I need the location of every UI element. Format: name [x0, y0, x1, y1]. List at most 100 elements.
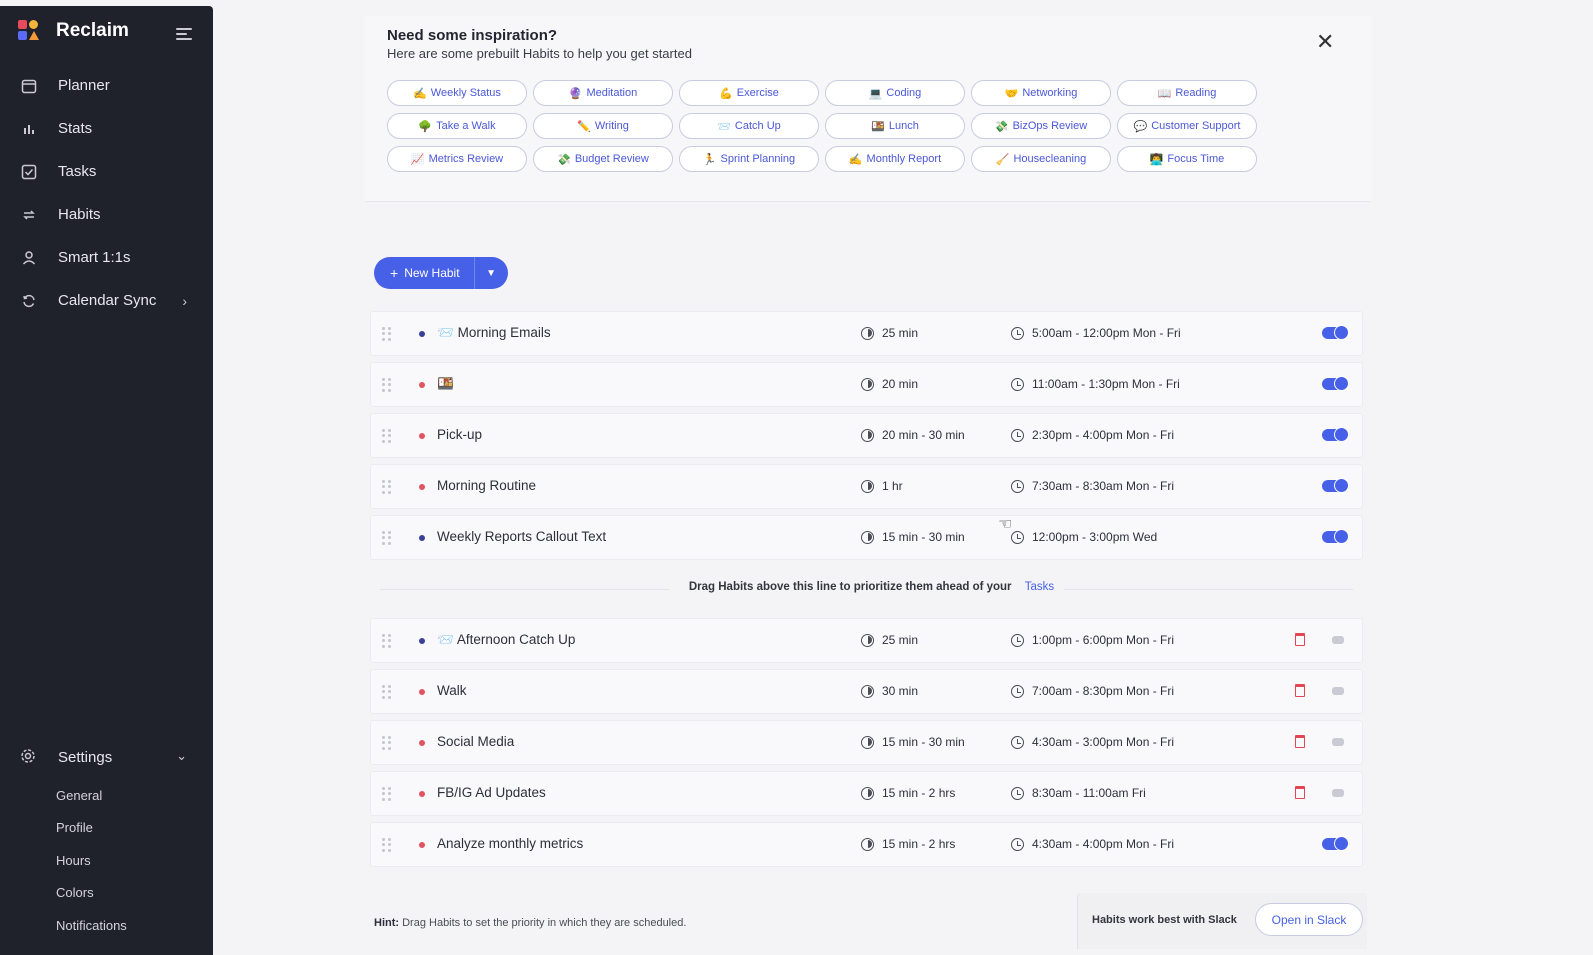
habit-template-chip[interactable]: 🏃 Sprint Planning — [679, 146, 819, 172]
trash-icon[interactable] — [1295, 684, 1305, 697]
drag-handle-icon[interactable] — [382, 736, 391, 750]
habit-row[interactable]: Social Media 15 min - 30 min 4:30am - 3:00… — [370, 720, 1363, 765]
habit-enabled-toggle[interactable] — [1322, 836, 1349, 851]
chip-label: Sprint Planning — [720, 153, 796, 165]
habit-title: Pick-up — [437, 427, 483, 442]
habit-template-chip[interactable]: 🤝 Networking — [971, 80, 1111, 106]
drag-handle-icon[interactable] — [382, 634, 391, 648]
habit-name[interactable]: Walk — [437, 683, 467, 698]
close-icon[interactable]: ✕ — [1316, 29, 1334, 55]
habit-name[interactable]: Weekly Reports Callout Text — [437, 529, 606, 544]
drag-handle-icon[interactable] — [382, 378, 391, 392]
habit-template-chip[interactable]: 🌳 Take a Walk — [387, 113, 527, 139]
habit-duration: 15 min - 30 min — [861, 530, 965, 544]
habit-template-chip[interactable]: 🧹 Housecleaning — [971, 146, 1111, 172]
drag-handle-icon[interactable] — [382, 685, 391, 699]
sidebar-item-label: Smart 1:1s — [58, 249, 131, 266]
collapse-sidebar-icon[interactable] — [176, 28, 192, 42]
habit-row[interactable]: 🍱 20 min 11:00am - 1:30pm Mon - Fri — [370, 362, 1363, 407]
chip-emoji-icon: 🍱 — [871, 120, 885, 133]
habit-template-chip[interactable]: 💪 Exercise — [679, 80, 819, 106]
habit-enabled-toggle[interactable] — [1332, 789, 1344, 797]
trash-icon[interactable] — [1295, 786, 1305, 799]
time-value: 5:00am - 12:00pm Mon - Fri — [1032, 326, 1181, 340]
habit-enabled-toggle[interactable] — [1322, 427, 1349, 442]
app-name: Reclaim — [56, 20, 129, 41]
habit-row[interactable]: FB/IG Ad Updates 15 min - 2 hrs 8:30am - 1… — [370, 771, 1363, 816]
habit-row[interactable]: Weekly Reports Callout Text 15 min - 30 m… — [370, 515, 1363, 560]
habit-row[interactable]: Pick-up 20 min - 30 min 2:30pm - 4:00pm Mo… — [370, 413, 1363, 458]
habit-row[interactable]: Walk 30 min 7:00am - 8:30pm Mon - Fri — [370, 669, 1363, 714]
settings-item-general[interactable]: General — [0, 779, 213, 812]
chip-emoji-icon: 🔮 — [568, 87, 583, 100]
habit-enabled-toggle[interactable] — [1332, 687, 1344, 695]
habit-name[interactable]: Pick-up — [437, 427, 482, 442]
settings-item-colors[interactable]: Colors — [0, 877, 213, 910]
habit-row[interactable]: Analyze monthly metrics 15 min - 2 hrs 4:3… — [370, 822, 1363, 867]
habit-enabled-toggle[interactable] — [1322, 376, 1349, 391]
habit-enabled-toggle[interactable] — [1322, 529, 1349, 544]
habit-template-chip[interactable]: ✍️ Monthly Report — [825, 146, 965, 172]
time-value: 4:30am - 4:00pm Mon - Fri — [1032, 837, 1175, 851]
habit-template-chip[interactable]: 📨 Catch Up — [679, 113, 819, 139]
brand[interactable]: Reclaim — [18, 20, 129, 42]
habit-template-chip[interactable]: 🔮 Meditation — [533, 80, 673, 106]
drag-handle-icon[interactable] — [382, 787, 391, 801]
habit-color-dot — [419, 382, 425, 388]
habit-enabled-toggle[interactable] — [1322, 478, 1349, 493]
settings-toggle[interactable]: Settings ⌄ — [0, 742, 213, 772]
habit-template-chip[interactable]: 📖 Reading — [1117, 80, 1257, 106]
habit-template-chip[interactable]: ✍️ Weekly Status — [387, 80, 527, 106]
open-in-slack-button[interactable]: Open in Slack — [1255, 903, 1363, 936]
sidebar-item-smart-1-1s[interactable]: Smart 1:1s — [0, 236, 213, 279]
habit-title: FB/IG Ad Updates — [437, 785, 546, 800]
habit-enabled-toggle[interactable] — [1322, 325, 1349, 340]
gear-icon — [20, 748, 38, 766]
sidebar-item-planner[interactable]: Planner — [0, 64, 213, 107]
chip-emoji-icon: 💪 — [719, 87, 733, 100]
sidebar-item-stats[interactable]: Stats — [0, 107, 213, 150]
duration-value: 20 min - 30 min — [882, 428, 965, 442]
habit-row[interactable]: 📨 Afternoon Catch Up 25 min 1:00pm - 6:00p… — [370, 618, 1363, 663]
drag-handle-icon[interactable] — [382, 531, 391, 545]
sidebar-item-habits[interactable]: Habits — [0, 193, 213, 236]
habit-name[interactable]: Morning Routine — [437, 478, 536, 493]
sidebar-item-tasks[interactable]: Tasks — [0, 150, 213, 193]
trash-icon[interactable] — [1295, 633, 1305, 646]
chip-label: Weekly Status — [430, 87, 501, 99]
habit-row[interactable]: 📨 Morning Emails 25 min 5:00am - 12:00pm M… — [370, 311, 1363, 356]
habit-template-chip[interactable]: 💸 BizOps Review — [971, 113, 1111, 139]
habit-name[interactable]: Social Media — [437, 734, 514, 749]
sidebar-item-calendar-sync[interactable]: Calendar Sync › — [0, 279, 213, 322]
habit-name[interactable]: FB/IG Ad Updates — [437, 785, 546, 800]
trash-icon[interactable] — [1295, 735, 1305, 748]
chip-emoji-icon: ✏️ — [577, 120, 591, 133]
habit-template-chip[interactable]: 💻 Coding — [825, 80, 965, 106]
settings-item-profile[interactable]: Profile — [0, 812, 213, 845]
drag-handle-icon[interactable] — [382, 429, 391, 443]
settings-item-hours[interactable]: Hours — [0, 844, 213, 877]
habit-template-chip[interactable]: 👨‍💻 Focus Time — [1117, 146, 1257, 172]
habit-template-chip[interactable]: ✏️ Writing — [533, 113, 673, 139]
habit-name[interactable]: Analyze monthly metrics — [437, 836, 583, 851]
habit-name[interactable]: 📨 Morning Emails — [437, 325, 551, 341]
habit-duration: 1 hr — [861, 479, 903, 493]
new-habit-button[interactable]: + New Habit — [374, 257, 475, 289]
chevron-down-icon[interactable]: ▼ — [475, 257, 508, 289]
habit-template-chip[interactable]: 💸 Budget Review — [533, 146, 673, 172]
habit-enabled-toggle[interactable] — [1332, 636, 1344, 644]
habit-row[interactable]: Morning Routine 1 hr 7:30am - 8:30am Mon -… — [370, 464, 1363, 509]
habit-template-chip[interactable]: 💬 Customer Support — [1117, 113, 1257, 139]
drag-handle-icon[interactable] — [382, 838, 391, 852]
drag-handle-icon[interactable] — [382, 480, 391, 494]
habit-name[interactable]: 📨 Afternoon Catch Up — [437, 632, 575, 648]
tasks-link[interactable]: Tasks — [1025, 581, 1054, 593]
habit-template-chip[interactable]: 🍱 Lunch — [825, 113, 965, 139]
habit-template-chip[interactable]: 📈 Metrics Review — [387, 146, 527, 172]
settings-item-notifications[interactable]: Notifications — [0, 909, 213, 942]
habit-enabled-toggle[interactable] — [1332, 738, 1344, 746]
drag-handle-icon[interactable] — [382, 327, 391, 341]
habit-name[interactable]: 🍱 — [437, 376, 454, 392]
chevron-right-icon[interactable]: › — [182, 293, 187, 309]
chip-label: Budget Review — [574, 153, 649, 165]
